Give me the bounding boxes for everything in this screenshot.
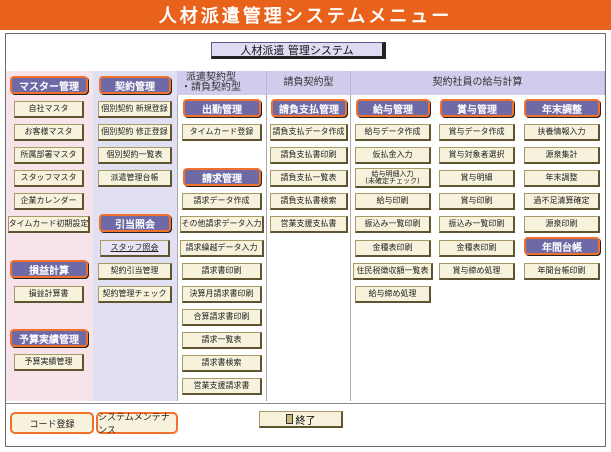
dependent-info-button[interactable]: 扶養情報入力 [524,124,600,141]
master-column [6,71,93,401]
invoice-search-button[interactable]: 請求書検索 [182,355,262,372]
customer-master-button[interactable]: お客様マスタ [14,124,84,141]
window-title: 人材派遣管理システムメニュー [0,0,611,30]
salary-close-button[interactable]: 給与締め処理 [355,286,431,303]
subcontract-column [267,71,351,401]
staff-master-button[interactable]: スタッフマスタ [14,170,84,187]
salary-detail-entry-button[interactable]: 給与明細入力 (未確定チェック) [355,168,431,188]
footer-divider [6,403,605,404]
subcontract-header: 請負契約型 [267,71,351,95]
system-maintenance-button[interactable]: システムメンテナンス [96,412,178,436]
bonus-close-button[interactable]: 賞与締め処理 [439,263,515,280]
timecard-setup-button[interactable]: タイムカード初期設定 [8,216,90,233]
salary-data-create-button[interactable]: 給与データ作成 [355,124,431,141]
invoice-print-button[interactable]: 請求書印刷 [182,263,262,280]
sales-support-invoice-button[interactable]: 営業支援請求書 [182,378,262,395]
closing-invoice-print-button[interactable]: 決算月請求書印刷 [182,286,262,303]
salary-print-button[interactable]: 給与印刷 [355,193,431,210]
contract-list-button[interactable]: 個別契約一覧表 [98,147,172,164]
settlement-confirm-button[interactable]: 過不足清算確定 [524,193,600,210]
billing-heading: 請求管理 [183,168,261,186]
contract-management-heading: 契約管理 [99,76,171,94]
billing-data-create-button[interactable]: 請求データ作成 [182,193,262,210]
annual-ledger-print-button[interactable]: 年間台帳印刷 [524,263,600,280]
salary-denomination-button[interactable]: 金種表印刷 [355,240,431,257]
contract-edit-button[interactable]: 個別契約 修正登録 [98,124,172,141]
bonus-transfer-list-button[interactable]: 振込み一覧印刷 [439,216,515,233]
combined-invoice-print-button[interactable]: 合算請求書印刷 [182,309,262,326]
staff-lookup-button[interactable]: スタッフ照会 [100,240,170,257]
salary-column [351,71,605,401]
company-master-button[interactable]: 自社マスタ [14,101,84,118]
bonus-detail-button[interactable]: 賞与明細 [439,170,515,187]
contract-new-button[interactable]: 個別契約 新規登録 [98,101,172,118]
system-title: 人材派遣 管理システム [211,42,386,59]
profit-statement-button[interactable]: 損益計算書 [14,286,84,303]
dispatch-ledger-button[interactable]: 派遣管理台帳 [98,170,172,187]
billing-list-button[interactable]: 請求一覧表 [182,332,262,349]
master-management-heading: マスター管理 [10,76,88,94]
subcontract-search-button[interactable]: 請負支払書検索 [270,193,348,210]
resident-tax-list-button[interactable]: 住民税徴収額一覧表 [353,263,433,280]
subcontract-list-button[interactable]: 請負支払一覧表 [270,170,348,187]
contract-check-button[interactable]: 契約管理チェック [98,286,172,303]
code-register-button[interactable]: コード登録 [10,412,94,434]
dispatch-column [177,71,267,401]
contract-column [93,71,177,401]
allocation-lookup-heading: 引当照会 [99,214,171,232]
salary-header: 契約社員の給与計算 [351,71,605,95]
bonus-management-heading: 賞与管理 [440,99,514,117]
subcontract-payment-heading: 請負支払管理 [271,99,347,117]
subcontract-data-create-button[interactable]: 請負支払データ作成 [270,124,348,141]
budget-actual-button[interactable]: 予算実績管理 [14,354,84,371]
timecard-entry-button[interactable]: タイムカード登録 [182,124,262,141]
annual-ledger-heading: 年間台帳 [524,237,600,255]
dispatch-header: 派遣契約型 ・請負契約型 [177,71,267,95]
bonus-target-select-button[interactable]: 賞与対象者選択 [439,147,515,164]
salary-management-heading: 給与管理 [356,99,430,117]
exit-label: 終了 [295,415,316,427]
bonus-denomination-button[interactable]: 金種表印刷 [439,240,515,257]
year-end-adjust-heading: 年末調整 [524,99,600,117]
profit-calc-heading: 損益計算 [10,260,88,278]
advance-payment-button[interactable]: 仮払金入力 [355,147,431,164]
salary-transfer-list-button[interactable]: 振込み一覧印刷 [355,216,431,233]
sales-support-payment-button[interactable]: 営業支援支払書 [270,216,348,233]
withholding-summary-button[interactable]: 源泉集計 [524,147,600,164]
subcontract-print-button[interactable]: 請負支払書印刷 [270,147,348,164]
bonus-data-create-button[interactable]: 賞与データ作成 [439,124,515,141]
year-end-adjust-button[interactable]: 年末調整 [524,170,600,187]
bonus-print-button[interactable]: 賞与印刷 [439,193,515,210]
contract-allocation-button[interactable]: 契約引当管理 [98,263,172,280]
withholding-print-button[interactable]: 源泉印刷 [524,216,600,233]
door-icon [285,414,293,424]
company-calendar-button[interactable]: 企業カレンダー [14,193,84,210]
attendance-heading: 出勤管理 [183,99,261,117]
other-billing-input-button[interactable]: その他請求データ入力 [180,216,264,233]
department-master-button[interactable]: 所属部署マスタ [14,147,84,164]
budget-management-heading: 予算実績管理 [10,329,88,347]
billing-carryover-button[interactable]: 請求繰越データ入力 [180,240,264,257]
exit-button[interactable]: 終了 [259,411,343,428]
